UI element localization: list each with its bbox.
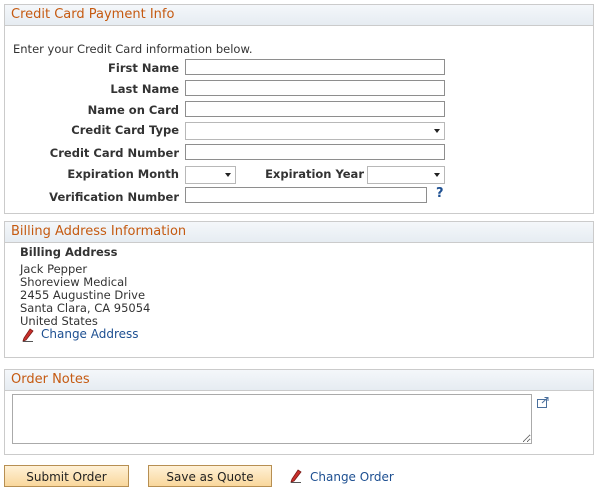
- order-notes-section-header: Order Notes: [5, 370, 593, 391]
- chevron-down-icon: [225, 173, 231, 177]
- last-name-label: Last Name: [110, 82, 179, 96]
- chevron-down-icon: [434, 129, 440, 133]
- last-name-input[interactable]: [185, 80, 445, 96]
- expiration-year-label: Expiration Year: [265, 167, 364, 181]
- expiration-year-select[interactable]: [367, 166, 445, 184]
- expiration-month-label: Expiration Month: [67, 167, 179, 181]
- credit-card-type-select[interactable]: [185, 122, 445, 140]
- billing-address-title: Billing Address: [20, 245, 118, 259]
- address-line-country: United States: [20, 314, 98, 328]
- expand-icon[interactable]: [537, 397, 549, 408]
- expiration-month-select[interactable]: [185, 166, 236, 184]
- address-line-name: Jack Pepper: [20, 262, 88, 276]
- credit-card-section: Credit Card Payment Info Enter your Cred…: [4, 4, 594, 214]
- verification-number-label: Verification Number: [49, 190, 179, 204]
- address-line-street: 2455 Augustine Drive: [20, 288, 146, 302]
- first-name-input[interactable]: [185, 59, 445, 75]
- save-as-quote-button[interactable]: Save as Quote: [148, 465, 272, 487]
- chevron-down-icon: [434, 173, 440, 177]
- order-notes-textarea[interactable]: [12, 394, 532, 444]
- address-line-company: Shoreview Medical: [20, 275, 128, 289]
- billing-address-section-header: Billing Address Information: [5, 222, 593, 243]
- pencil-icon[interactable]: [22, 328, 34, 342]
- pencil-icon[interactable]: [290, 469, 302, 483]
- help-icon[interactable]: ?: [436, 186, 444, 201]
- first-name-label: First Name: [108, 61, 179, 75]
- name-on-card-label: Name on Card: [87, 103, 179, 117]
- billing-address-section: Billing Address Information Billing Addr…: [4, 221, 594, 358]
- submit-order-button[interactable]: Submit Order: [4, 465, 129, 487]
- credit-card-intro: Enter your Credit Card information below…: [13, 42, 253, 56]
- order-notes-section: Order Notes: [4, 369, 594, 455]
- verification-number-input[interactable]: [185, 187, 427, 203]
- change-address-link[interactable]: Change Address: [41, 327, 139, 341]
- change-order-link[interactable]: Change Order: [310, 470, 394, 484]
- name-on-card-input[interactable]: [185, 101, 445, 117]
- credit-card-number-label: Credit Card Number: [49, 146, 179, 160]
- address-line-city: Santa Clara, CA 95054: [20, 301, 151, 315]
- credit-card-type-label: Credit Card Type: [71, 123, 179, 137]
- credit-card-section-header: Credit Card Payment Info: [5, 5, 593, 26]
- credit-card-number-input[interactable]: [185, 144, 445, 160]
